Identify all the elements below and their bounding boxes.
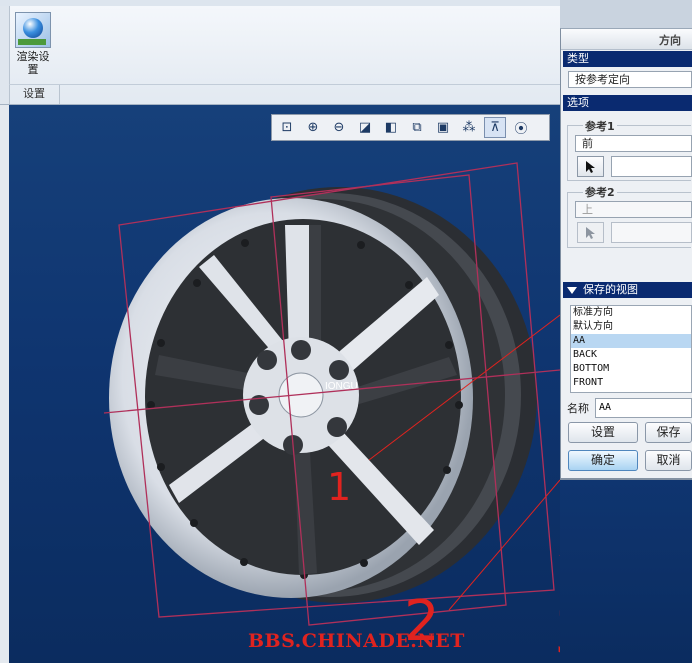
reference1-pick-button[interactable] — [577, 156, 604, 177]
watermark: BBS.CHINADE.NET — [248, 630, 465, 652]
dialog-title-bar[interactable]: 方向 — [561, 29, 692, 50]
save-view-button[interactable]: 保存 — [645, 422, 692, 443]
saved-views-list[interactable]: 标准方向 默认方向 AA BACK BOTTOM FRONT — [570, 305, 692, 393]
saved-views-section-header[interactable]: 保存的视图 — [563, 282, 692, 298]
list-item[interactable]: 默认方向 — [571, 320, 691, 334]
cursor-arrow-icon — [585, 160, 595, 173]
ribbon-group-label: 设置 — [9, 84, 60, 104]
reference2-pick-button[interactable] — [577, 222, 604, 243]
type-section-header: 类型 — [563, 51, 692, 67]
repaint-icon[interactable]: ◪ — [354, 117, 376, 138]
reference2-field[interactable] — [611, 222, 692, 243]
ribbon-group-divider — [59, 84, 560, 104]
set-view-button[interactable]: 设置 — [568, 422, 638, 443]
render-settings-label: 渲染设置 — [16, 50, 50, 76]
reference1-select[interactable]: 前 — [575, 135, 692, 152]
options-section-header: 选项 — [563, 95, 692, 111]
spin-center-icon[interactable]: ⊼ — [484, 117, 506, 138]
render-settings-button[interactable]: 渲染设置 — [13, 12, 53, 82]
zoom-out-icon[interactable]: ⊖ — [328, 117, 350, 138]
reference1-field[interactable] — [611, 156, 692, 177]
zoom-in-icon[interactable]: ⊕ — [302, 117, 324, 138]
zoom-fit-icon[interactable]: ⊡ — [276, 117, 298, 138]
saved-views-header-label: 保存的视图 — [583, 283, 638, 296]
saved-views-icon[interactable]: ⧉ — [406, 117, 428, 138]
render-settings-icon — [15, 12, 51, 48]
list-item[interactable]: BOTTOM — [571, 362, 691, 376]
list-item[interactable]: BACK — [571, 348, 691, 362]
wheel-model: IONGU 1 2 3 — [103, 162, 560, 663]
view-name-label: 名称 — [567, 402, 589, 415]
reference1-legend: 参考1 — [583, 118, 617, 134]
reference2-legend: 参考2 — [583, 184, 617, 200]
display-style-icon[interactable]: ◧ — [380, 117, 402, 138]
ok-button[interactable]: 确定 — [568, 450, 638, 471]
viewport-right-area — [560, 480, 692, 663]
view-toolbar: ⊡ ⊕ ⊖ ◪ ◧ ⧉ ▣ ⁂ ⊼ ⦿ — [271, 114, 550, 141]
ribbon: 渲染设置 设置 — [0, 6, 560, 105]
datum-display-icon[interactable]: ⁂ — [458, 117, 480, 138]
annotation-1: 1 — [327, 465, 351, 509]
dialog-title: 方向 — [659, 34, 681, 47]
cancel-button[interactable]: 取消 — [645, 450, 692, 471]
list-item[interactable]: FRONT — [571, 376, 691, 390]
graphics-viewport[interactable]: IONGU 1 2 3 — [9, 105, 560, 663]
view-name-input[interactable]: AA — [595, 398, 692, 418]
expand-triangle-icon[interactable] — [566, 286, 578, 295]
reference2-select[interactable]: 上 — [575, 201, 692, 218]
orientation-type-select[interactable]: 按参考定向 — [568, 71, 692, 88]
list-item-selected[interactable]: AA — [571, 334, 691, 348]
annotation-display-icon[interactable]: ⦿ — [510, 117, 532, 138]
view-manager-icon[interactable]: ▣ — [432, 117, 454, 138]
list-item[interactable]: 标准方向 — [571, 306, 691, 320]
cursor-arrow-icon — [585, 226, 595, 239]
